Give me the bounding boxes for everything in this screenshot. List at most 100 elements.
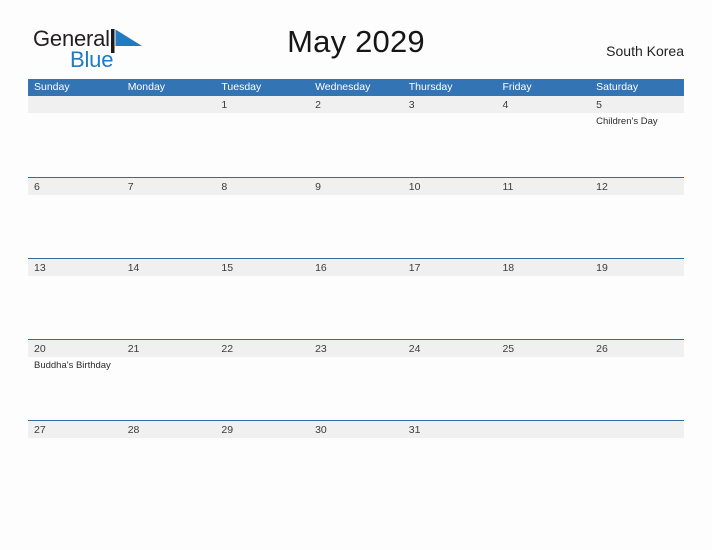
day-number-3[interactable]: 3	[403, 96, 497, 113]
day-cell-13[interactable]	[28, 276, 122, 339]
day-cell-empty	[28, 113, 122, 176]
day-cell-14[interactable]	[122, 276, 216, 339]
holiday-label: Children's Day	[596, 116, 658, 127]
day-number-11[interactable]: 11	[496, 178, 590, 195]
day-number-19[interactable]: 19	[590, 259, 684, 276]
day-cell-23[interactable]	[309, 357, 403, 420]
day-number-25[interactable]: 25	[496, 340, 590, 357]
day-cell-22[interactable]	[215, 357, 309, 420]
day-number-23[interactable]: 23	[309, 340, 403, 357]
day-cell-6[interactable]	[28, 195, 122, 258]
weekday-header-sunday: Sunday	[34, 81, 70, 93]
weekday-header-thursday: Thursday	[408, 81, 453, 93]
day-cell-24[interactable]	[403, 357, 497, 420]
week-row: 1 2 3 4 5 Children's Day	[28, 96, 684, 177]
day-cell-12[interactable]	[590, 195, 684, 258]
day-cell-4[interactable]	[496, 113, 590, 176]
day-cell-29[interactable]	[215, 438, 309, 501]
day-event-band	[28, 438, 684, 501]
day-number-empty	[590, 421, 684, 438]
day-cell-17[interactable]	[403, 276, 497, 339]
calendar-page: General Blue May 2029 South Korea Sunday…	[0, 0, 712, 550]
day-number-band: 6 7 8 9 10 11 12	[28, 178, 684, 195]
day-number-28[interactable]: 28	[122, 421, 216, 438]
day-cell-26[interactable]	[590, 357, 684, 420]
day-number-15[interactable]: 15	[215, 259, 309, 276]
day-event-band	[28, 276, 684, 339]
day-cell-10[interactable]	[403, 195, 497, 258]
week-row: 20 21 22 23 24 25 26 Buddha's Birthday	[28, 339, 684, 420]
day-event-band: Children's Day	[28, 113, 684, 176]
day-event-band	[28, 195, 684, 258]
calendar-grid: Sunday Monday Tuesday Wednesday Thursday Frid…	[28, 79, 684, 501]
day-number-2[interactable]: 2	[309, 96, 403, 113]
week-row: 27 28 29 30 31	[28, 420, 684, 501]
day-number-21[interactable]: 21	[122, 340, 216, 357]
day-number-band: 27 28 29 30 31	[28, 421, 684, 438]
day-number-18[interactable]: 18	[496, 259, 590, 276]
day-cell-31[interactable]	[403, 438, 497, 501]
day-cell-2[interactable]	[309, 113, 403, 176]
day-cell-7[interactable]	[122, 195, 216, 258]
day-cell-empty	[590, 438, 684, 501]
day-cell-3[interactable]	[403, 113, 497, 176]
day-event-band: Buddha's Birthday	[28, 357, 684, 420]
week-rows-container: 1 2 3 4 5 Children's Day 6 7 8 9 10 11 12 13 14 15 16 17 1…	[28, 96, 684, 501]
day-number-4[interactable]: 4	[496, 96, 590, 113]
day-number-27[interactable]: 27	[28, 421, 122, 438]
country-label: South Korea	[606, 43, 684, 59]
day-number-26[interactable]: 26	[590, 340, 684, 357]
day-number-band: 20 21 22 23 24 25 26	[28, 340, 684, 357]
day-number-30[interactable]: 30	[309, 421, 403, 438]
day-cell-9[interactable]	[309, 195, 403, 258]
day-number-1[interactable]: 1	[215, 96, 309, 113]
day-cell-25[interactable]	[496, 357, 590, 420]
day-number-12[interactable]: 12	[590, 178, 684, 195]
weekday-header-tuesday: Tuesday	[221, 81, 262, 93]
day-number-20[interactable]: 20	[28, 340, 122, 357]
day-number-empty	[496, 421, 590, 438]
page-header: General Blue May 2029 South Korea	[28, 24, 684, 72]
day-number-8[interactable]: 8	[215, 178, 309, 195]
weekday-header-monday: Monday	[127, 81, 166, 93]
day-cell-28[interactable]	[122, 438, 216, 501]
day-number-band: 13 14 15 16 17 18 19	[28, 259, 684, 276]
day-cell-19[interactable]	[590, 276, 684, 339]
day-number-7[interactable]: 7	[122, 178, 216, 195]
holiday-label: Buddha's Birthday	[34, 360, 111, 371]
day-cell-20[interactable]: Buddha's Birthday	[28, 357, 122, 420]
day-number-24[interactable]: 24	[403, 340, 497, 357]
day-number-16[interactable]: 16	[309, 259, 403, 276]
day-cell-8[interactable]	[215, 195, 309, 258]
day-cell-1[interactable]	[215, 113, 309, 176]
day-number-9[interactable]: 9	[309, 178, 403, 195]
day-number-14[interactable]: 14	[122, 259, 216, 276]
day-number-17[interactable]: 17	[403, 259, 497, 276]
day-cell-27[interactable]	[28, 438, 122, 501]
day-cell-empty	[496, 438, 590, 501]
weekday-header-row: Sunday Monday Tuesday Wednesday Thursday Frid…	[28, 79, 684, 96]
day-cell-15[interactable]	[215, 276, 309, 339]
day-cell-18[interactable]	[496, 276, 590, 339]
day-number-6[interactable]: 6	[28, 178, 122, 195]
day-number-empty	[28, 96, 122, 113]
day-number-5[interactable]: 5	[590, 96, 684, 113]
day-number-empty	[122, 96, 216, 113]
day-number-29[interactable]: 29	[215, 421, 309, 438]
day-number-13[interactable]: 13	[28, 259, 122, 276]
day-cell-16[interactable]	[309, 276, 403, 339]
day-cell-empty	[122, 113, 216, 176]
day-cell-5[interactable]: Children's Day	[590, 113, 684, 176]
day-number-10[interactable]: 10	[403, 178, 497, 195]
day-number-22[interactable]: 22	[215, 340, 309, 357]
day-number-band: 12345	[28, 96, 684, 113]
week-row: 13 14 15 16 17 18 19	[28, 258, 684, 339]
day-cell-30[interactable]	[309, 438, 403, 501]
weekday-header-friday: Friday	[502, 81, 532, 93]
page-title: May 2029	[287, 24, 425, 59]
day-cell-21[interactable]	[122, 357, 216, 420]
weekday-header-wednesday: Wednesday	[315, 81, 371, 93]
day-number-31[interactable]: 31	[403, 421, 497, 438]
week-row: 6 7 8 9 10 11 12	[28, 177, 684, 258]
day-cell-11[interactable]	[496, 195, 590, 258]
